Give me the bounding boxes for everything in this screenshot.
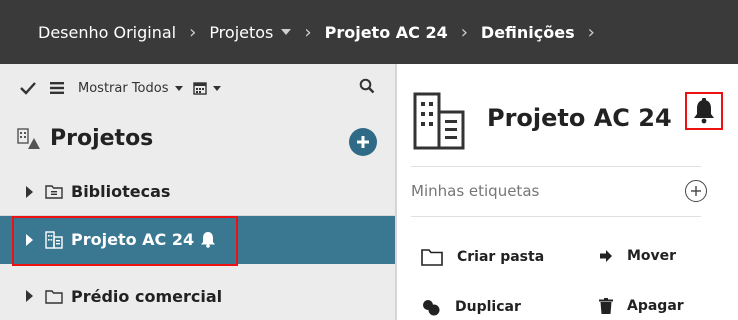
chevron-right-icon: ›	[304, 21, 312, 43]
breadcrumb-label: Definições	[480, 22, 575, 42]
my-tags-label: Minhas etiquetas	[411, 182, 540, 200]
plus-icon	[357, 136, 369, 148]
duplicate-label: Duplicar	[455, 299, 521, 315]
bell-icon	[694, 98, 714, 124]
calendar-filter-dropdown[interactable]	[192, 81, 221, 95]
duplicate-icon	[421, 298, 441, 316]
show-all-dropdown[interactable]: Mostrar Todos	[78, 81, 183, 96]
tree-row-label: Bibliotecas	[71, 182, 171, 201]
expand-arrow-icon[interactable]	[26, 290, 33, 302]
move-button[interactable]: Mover	[599, 248, 676, 264]
tree-toolbar: Mostrar Todos	[0, 64, 395, 112]
breadcrumb-desenho-original[interactable]: Desenho Original	[38, 23, 176, 42]
projects-icon	[17, 127, 40, 149]
move-label: Mover	[627, 248, 677, 264]
plus-icon	[691, 186, 701, 196]
breadcrumb-definicoes[interactable]: Definições	[481, 23, 575, 42]
panel-title: Projetos	[16, 126, 153, 151]
delete-button[interactable]: Apagar	[599, 298, 684, 314]
breadcrumb-projeto-ac-24[interactable]: Projeto AC 24	[325, 23, 448, 42]
notifications-button[interactable]	[685, 92, 723, 130]
breadcrumb-projetos[interactable]: Projetos	[209, 22, 292, 42]
project-details-panel: Projeto AC 24 Minhas etiquetas Criar pas…	[397, 64, 738, 320]
divider	[411, 166, 701, 167]
show-all-label: Mostrar Todos	[78, 80, 169, 96]
add-project-button[interactable]	[349, 128, 377, 156]
tree-row-predio-comercial[interactable]: Prédio comercial	[0, 272, 395, 320]
project-tree-panel: Mostrar Todos Projetos Bibliotecas Proje…	[0, 64, 395, 320]
create-folder-label: Criar pasta	[457, 249, 545, 265]
caret-down-icon	[281, 29, 292, 35]
chevron-right-icon: ›	[189, 21, 197, 43]
list-view-button[interactable]	[50, 82, 64, 94]
chevron-right-icon: ›	[587, 21, 595, 43]
tree-row-label: Prédio comercial	[71, 286, 223, 306]
caret-down-icon	[174, 85, 183, 91]
search-icon	[359, 78, 375, 94]
project-title: Projeto AC 24	[487, 104, 672, 132]
caret-down-icon	[212, 85, 221, 91]
tree-row-bibliotecas[interactable]: Bibliotecas	[0, 168, 395, 216]
create-folder-button[interactable]: Criar pasta	[421, 248, 544, 266]
check-icon	[20, 82, 36, 95]
folder-icon	[421, 248, 443, 266]
selected-row-highlight	[12, 216, 238, 266]
divider	[411, 216, 701, 217]
add-tag-button[interactable]	[685, 180, 707, 202]
arrow-right-icon	[599, 249, 613, 263]
duplicate-button[interactable]: Duplicar	[421, 298, 521, 316]
breadcrumb-label: Desenho Original	[38, 22, 177, 42]
expand-arrow-icon[interactable]	[26, 185, 33, 198]
library-folder-icon	[45, 184, 63, 199]
breadcrumb: Desenho Original › Projetos › Projeto AC…	[0, 0, 738, 64]
panel-title-label: Projetos	[50, 126, 154, 151]
search-button[interactable]	[359, 78, 375, 98]
breadcrumb-label: Projetos	[209, 22, 274, 42]
trash-icon	[599, 298, 613, 314]
folder-icon	[45, 289, 63, 304]
chevron-right-icon: ›	[460, 21, 468, 43]
list-icon	[50, 82, 64, 94]
select-check-button[interactable]	[20, 81, 36, 95]
breadcrumb-label: Projeto AC 24	[324, 22, 448, 42]
building-icon	[411, 90, 471, 156]
delete-label: Apagar	[627, 298, 684, 314]
calendar-icon	[192, 82, 207, 95]
